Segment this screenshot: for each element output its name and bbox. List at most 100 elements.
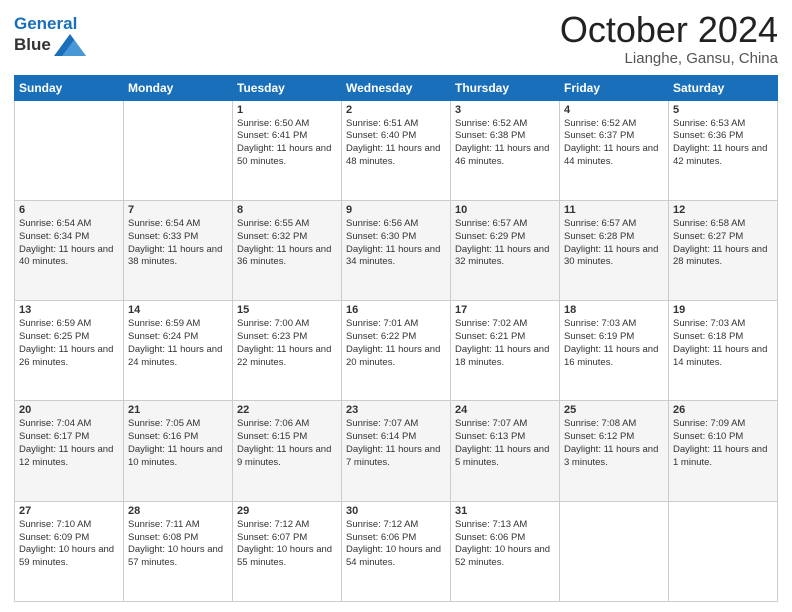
- day-header-tuesday: Tuesday: [233, 75, 342, 100]
- day-number: 4: [564, 104, 664, 116]
- day-number: 31: [455, 505, 555, 517]
- day-number: 21: [128, 404, 228, 416]
- calendar-week-1: 1Sunrise: 6:50 AM Sunset: 6:41 PM Daylig…: [15, 100, 778, 200]
- calendar-cell: 31 Sunrise: 7:13 AM Sunset: 6:06 PM Dayli…: [451, 501, 560, 601]
- day-info: Sunrise: 7:12 AM Sunset: 6:07 PM Dayligh…: [237, 519, 337, 570]
- calendar-week-3: 13 Sunrise: 6:59 AM Sunset: 6:25 PM Dayli…: [15, 301, 778, 401]
- calendar-cell: 20Sunrise: 7:04 AM Sunset: 6:17 PM Dayli…: [15, 401, 124, 501]
- day-info: Sunrise: 6:53 AM Sunset: 6:36 PM Dayligh…: [673, 118, 773, 169]
- day-info: Sunrise: 6:57 AM Sunset: 6:28 PM Dayligh…: [564, 218, 664, 269]
- day-info: Sunrise: 6:52 AM Sunset: 6:38 PM Dayligh…: [455, 118, 555, 169]
- calendar-week-2: 6 Sunrise: 6:54 AM Sunset: 6:34 PM Daylig…: [15, 200, 778, 300]
- day-number: 15: [237, 304, 337, 316]
- day-header-wednesday: Wednesday: [342, 75, 451, 100]
- calendar-cell: 25 Sunrise: 7:08 AM Sunset: 6:12 PM Dayli…: [560, 401, 669, 501]
- calendar-header-row: SundayMondayTuesdayWednesdayThursdayFrid…: [15, 75, 778, 100]
- day-number: 29: [237, 505, 337, 517]
- day-info: Sunrise: 7:01 AM Sunset: 6:22 PM Dayligh…: [346, 318, 446, 369]
- day-number: 17: [455, 304, 555, 316]
- calendar-week-4: 20Sunrise: 7:04 AM Sunset: 6:17 PM Dayli…: [15, 401, 778, 501]
- day-number: 16: [346, 304, 446, 316]
- header: General Blue October 2024 Lianghe, Gansu…: [14, 10, 778, 67]
- day-number: 10: [455, 204, 555, 216]
- day-info: Sunrise: 7:12 AM Sunset: 6:06 PM Dayligh…: [346, 519, 446, 570]
- day-info: Sunrise: 6:58 AM Sunset: 6:27 PM Dayligh…: [673, 218, 773, 269]
- day-info: Sunrise: 6:55 AM Sunset: 6:32 PM Dayligh…: [237, 218, 337, 269]
- day-number: 6: [19, 204, 119, 216]
- day-number: 2: [346, 104, 446, 116]
- calendar-cell: [560, 501, 669, 601]
- calendar-cell: 2 Sunrise: 6:51 AM Sunset: 6:40 PM Daylig…: [342, 100, 451, 200]
- calendar-cell: 7Sunrise: 6:54 AM Sunset: 6:33 PM Daylig…: [124, 200, 233, 300]
- day-info: Sunrise: 7:09 AM Sunset: 6:10 PM Dayligh…: [673, 418, 773, 469]
- calendar-cell: 19 Sunrise: 7:03 AM Sunset: 6:18 PM Dayli…: [669, 301, 778, 401]
- calendar-cell: 13 Sunrise: 6:59 AM Sunset: 6:25 PM Dayli…: [15, 301, 124, 401]
- day-number: 8: [237, 204, 337, 216]
- day-info: Sunrise: 6:56 AM Sunset: 6:30 PM Dayligh…: [346, 218, 446, 269]
- calendar-page: General Blue October 2024 Lianghe, Gansu…: [0, 0, 792, 612]
- day-info: Sunrise: 6:54 AM Sunset: 6:34 PM Dayligh…: [19, 218, 119, 269]
- day-info: Sunrise: 7:03 AM Sunset: 6:19 PM Dayligh…: [564, 318, 664, 369]
- calendar-cell: 29 Sunrise: 7:12 AM Sunset: 6:07 PM Dayli…: [233, 501, 342, 601]
- calendar-cell: 23 Sunrise: 7:07 AM Sunset: 6:14 PM Dayli…: [342, 401, 451, 501]
- day-number: 13: [19, 304, 119, 316]
- day-number: 28: [128, 505, 228, 517]
- calendar-cell: [669, 501, 778, 601]
- location-title: Lianghe, Gansu, China: [560, 50, 778, 67]
- calendar-cell: 14 Sunrise: 6:59 AM Sunset: 6:24 PM Dayli…: [124, 301, 233, 401]
- day-info: Sunrise: 6:57 AM Sunset: 6:29 PM Dayligh…: [455, 218, 555, 269]
- day-number: 9: [346, 204, 446, 216]
- day-info: Sunrise: 6:52 AM Sunset: 6:37 PM Dayligh…: [564, 118, 664, 169]
- calendar-cell: 28 Sunrise: 7:11 AM Sunset: 6:08 PM Dayli…: [124, 501, 233, 601]
- calendar-body: 1Sunrise: 6:50 AM Sunset: 6:41 PM Daylig…: [15, 100, 778, 601]
- calendar-cell: 15Sunrise: 7:00 AM Sunset: 6:23 PM Dayli…: [233, 301, 342, 401]
- day-number: 20: [19, 404, 119, 416]
- calendar-cell: 9 Sunrise: 6:56 AM Sunset: 6:30 PM Daylig…: [342, 200, 451, 300]
- day-number: 18: [564, 304, 664, 316]
- day-info: Sunrise: 6:51 AM Sunset: 6:40 PM Dayligh…: [346, 118, 446, 169]
- calendar-week-5: 27 Sunrise: 7:10 AM Sunset: 6:09 PM Dayli…: [15, 501, 778, 601]
- calendar-cell: 4 Sunrise: 6:52 AM Sunset: 6:37 PM Daylig…: [560, 100, 669, 200]
- day-number: 23: [346, 404, 446, 416]
- calendar-cell: 22Sunrise: 7:06 AM Sunset: 6:15 PM Dayli…: [233, 401, 342, 501]
- day-number: 26: [673, 404, 773, 416]
- day-info: Sunrise: 6:54 AM Sunset: 6:33 PM Dayligh…: [128, 218, 228, 269]
- calendar-cell: 16 Sunrise: 7:01 AM Sunset: 6:22 PM Dayli…: [342, 301, 451, 401]
- calendar-cell: 21Sunrise: 7:05 AM Sunset: 6:16 PM Dayli…: [124, 401, 233, 501]
- calendar-cell: 17Sunrise: 7:02 AM Sunset: 6:21 PM Dayli…: [451, 301, 560, 401]
- calendar-cell: 10 Sunrise: 6:57 AM Sunset: 6:29 PM Dayli…: [451, 200, 560, 300]
- day-info: Sunrise: 7:13 AM Sunset: 6:06 PM Dayligh…: [455, 519, 555, 570]
- day-info: Sunrise: 7:07 AM Sunset: 6:14 PM Dayligh…: [346, 418, 446, 469]
- calendar-cell: 30 Sunrise: 7:12 AM Sunset: 6:06 PM Dayli…: [342, 501, 451, 601]
- day-info: Sunrise: 7:11 AM Sunset: 6:08 PM Dayligh…: [128, 519, 228, 570]
- calendar-cell: 27 Sunrise: 7:10 AM Sunset: 6:09 PM Dayli…: [15, 501, 124, 601]
- day-number: 27: [19, 505, 119, 517]
- day-number: 22: [237, 404, 337, 416]
- day-number: 24: [455, 404, 555, 416]
- calendar-cell: 18 Sunrise: 7:03 AM Sunset: 6:19 PM Dayli…: [560, 301, 669, 401]
- calendar-cell: 5Sunrise: 6:53 AM Sunset: 6:36 PM Daylig…: [669, 100, 778, 200]
- day-info: Sunrise: 7:03 AM Sunset: 6:18 PM Dayligh…: [673, 318, 773, 369]
- calendar-cell: [15, 100, 124, 200]
- day-info: Sunrise: 7:10 AM Sunset: 6:09 PM Dayligh…: [19, 519, 119, 570]
- day-info: Sunrise: 6:59 AM Sunset: 6:25 PM Dayligh…: [19, 318, 119, 369]
- calendar-cell: 6 Sunrise: 6:54 AM Sunset: 6:34 PM Daylig…: [15, 200, 124, 300]
- logo: General Blue: [14, 14, 86, 56]
- logo-general: General: [14, 14, 77, 33]
- day-info: Sunrise: 7:08 AM Sunset: 6:12 PM Dayligh…: [564, 418, 664, 469]
- day-number: 25: [564, 404, 664, 416]
- day-info: Sunrise: 6:50 AM Sunset: 6:41 PM Dayligh…: [237, 118, 337, 169]
- day-number: 30: [346, 505, 446, 517]
- day-number: 14: [128, 304, 228, 316]
- day-header-saturday: Saturday: [669, 75, 778, 100]
- day-number: 12: [673, 204, 773, 216]
- calendar-cell: 11Sunrise: 6:57 AM Sunset: 6:28 PM Dayli…: [560, 200, 669, 300]
- calendar-cell: 8 Sunrise: 6:55 AM Sunset: 6:32 PM Daylig…: [233, 200, 342, 300]
- day-number: 19: [673, 304, 773, 316]
- calendar-table: SundayMondayTuesdayWednesdayThursdayFrid…: [14, 75, 778, 602]
- day-number: 3: [455, 104, 555, 116]
- logo-blue: Blue: [14, 35, 51, 55]
- day-info: Sunrise: 6:59 AM Sunset: 6:24 PM Dayligh…: [128, 318, 228, 369]
- calendar-cell: 26 Sunrise: 7:09 AM Sunset: 6:10 PM Dayli…: [669, 401, 778, 501]
- day-info: Sunrise: 7:07 AM Sunset: 6:13 PM Dayligh…: [455, 418, 555, 469]
